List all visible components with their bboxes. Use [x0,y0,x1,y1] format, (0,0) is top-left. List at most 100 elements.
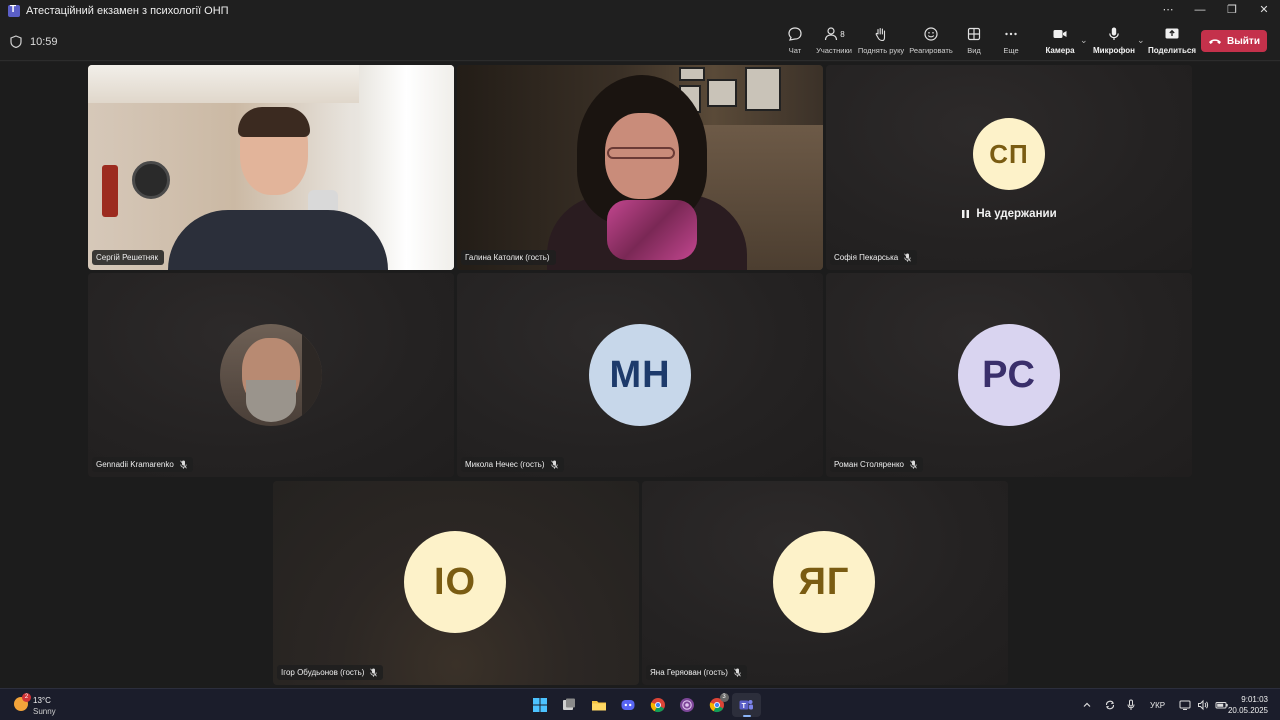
on-hold-label: На удержании [976,208,1057,220]
more-button[interactable]: Еще [1000,25,1022,59]
participant-tile[interactable]: Галина Католик (гость) [457,65,823,270]
chat-icon [788,27,802,41]
more-label: Еще [1003,46,1019,55]
participant-name: Микола Нечес (гость) [465,460,545,469]
chevron-up-icon[interactable] [1082,700,1092,710]
avatar: ЯГ [773,531,875,633]
participant-tile[interactable]: Сергій Решетняк [88,65,454,270]
view-label: Вид [967,46,981,55]
people-icon [825,27,838,41]
system-clock[interactable]: 9:01:03 20.05.2025 [1228,694,1268,716]
share-button[interactable]: Поделиться [1148,25,1197,59]
chat-label: Чат [788,46,802,55]
participant-name: Ігор Обудьонов (гость) [281,668,365,677]
more-dots-icon [1005,32,1017,36]
participant-name: Галина Католик (гость) [465,253,550,262]
tor-browser-icon [680,698,695,712]
weather-condition: Sunny [33,707,56,716]
tor-browser-button[interactable] [673,693,703,717]
meeting-stage: Сергій Решетняк Галина Католик (гость) С… [0,62,1280,688]
microphone-options-chevron-icon[interactable]: ⌄ [1137,35,1145,46]
leave-label: Выйти [1227,35,1260,47]
participants-button[interactable]: 8 Участники [815,25,853,59]
react-label: Реагировать [909,46,953,55]
app-badge: 3 [719,693,729,702]
participant-tile[interactable]: ЯГ Яна Геряован (гость) [642,481,1008,685]
weather-widget[interactable]: 2 13°C Sunny [12,693,72,717]
volume-icon[interactable] [1197,699,1209,711]
language-indicator[interactable]: УКР [1150,701,1165,710]
participant-name: Gennadii Kramarenko [96,460,174,469]
discord-button[interactable] [614,693,644,717]
restore-button[interactable]: ❐ [1216,0,1248,21]
participant-tile[interactable]: МН Микола Нечес (гость) [457,273,823,477]
participant-tile[interactable]: СП На удержании Софія Пекарська [826,65,1192,270]
participant-name-tag: Сергій Решетняк [92,250,165,265]
network-icon[interactable] [1179,699,1191,711]
svg-text:T: T [742,703,747,710]
share-screen-icon [1165,28,1179,39]
participant-name: Сергій Решетняк [96,253,159,262]
participant-tile[interactable]: РС Роман Столяренко [826,273,1192,477]
weather-temperature: 13°C [33,696,51,705]
teams-app-icon [8,4,20,17]
pause-icon [962,210,970,218]
participant-name-tag: Софія Пекарська [830,250,918,265]
participant-name: Роман Столяренко [834,460,905,469]
react-button[interactable]: Реагировать [909,25,953,59]
camera-button[interactable]: Камера [1045,25,1075,59]
minimize-button[interactable]: — [1184,0,1216,21]
participant-video [457,65,823,270]
microphone-icon [1109,27,1119,40]
teams-button[interactable]: T [731,693,761,717]
clock-date: 20.05.2025 [1227,706,1268,715]
chrome-icon [650,698,665,713]
chat-button[interactable]: Чат [783,25,807,59]
camera-label: Камера [1045,46,1075,55]
microphone-tray-icon[interactable] [1126,699,1136,711]
start-button[interactable] [525,693,555,717]
windows-logo-icon [532,698,547,712]
share-label: Поделиться [1148,46,1197,55]
sync-icon[interactable] [1104,699,1116,711]
avatar: СП [973,118,1045,190]
participant-name-tag: Роман Столяренко [830,457,924,472]
participant-tile[interactable]: ІО Ігор Обудьонов (гость) [273,481,639,685]
taskbar-apps: 3 T [525,693,761,717]
emoji-icon [924,27,938,41]
participant-name: Яна Геряован (гость) [650,668,728,677]
participant-name-tag: Яна Геряован (гость) [646,665,747,680]
teams-icon: T [739,700,754,710]
participant-tile[interactable]: Gennadii Kramarenko [88,273,454,477]
taskbar: 2 13°C Sunny 3 T УКР 9:01:03 20.05.2025 [0,688,1280,720]
discord-icon [621,700,635,710]
participant-name-tag: Gennadii Kramarenko [92,457,193,472]
clock-time: 9:01:03 [1241,695,1268,704]
mic-muted-icon [910,460,917,469]
close-button[interactable]: ✕ [1248,0,1280,21]
file-explorer-button[interactable] [584,693,614,717]
participant-name-tag: Ігор Обудьонов (гость) [277,665,384,680]
chrome-button[interactable] [643,693,673,717]
system-tray: УКР [1082,689,1229,720]
mic-muted-icon [550,460,558,469]
chrome-profile-button[interactable]: 3 [702,693,732,717]
avatar: ІО [404,531,506,633]
window-title: Атестаційний екзамен з психології ОНП [26,4,229,17]
leave-button[interactable]: Выйти [1201,30,1267,52]
camera-options-chevron-icon[interactable]: ⌄ [1080,35,1088,46]
task-view-button[interactable] [555,693,585,717]
camera-icon [1053,30,1067,38]
more-options-icon[interactable]: ⋯ [1152,0,1184,21]
raise-hand-label: Поднять руку [857,46,905,55]
folder-icon [591,701,606,711]
title-bar: Атестаційний екзамен з психології ОНП ⋯ … [0,0,1280,21]
raise-hand-button[interactable]: Поднять руку [858,25,904,59]
phone-hangup-icon [1209,39,1222,44]
microphone-button[interactable]: Микрофон [1093,25,1135,59]
participant-name-tag: Микола Нечес (гость) [461,457,564,472]
view-button[interactable]: Вид [963,25,985,59]
task-view-icon [563,698,576,710]
meeting-toolbar: 10:59 Чат 8 Участники Поднять руку Реаги… [0,21,1280,61]
notification-badge: 2 [22,693,31,702]
